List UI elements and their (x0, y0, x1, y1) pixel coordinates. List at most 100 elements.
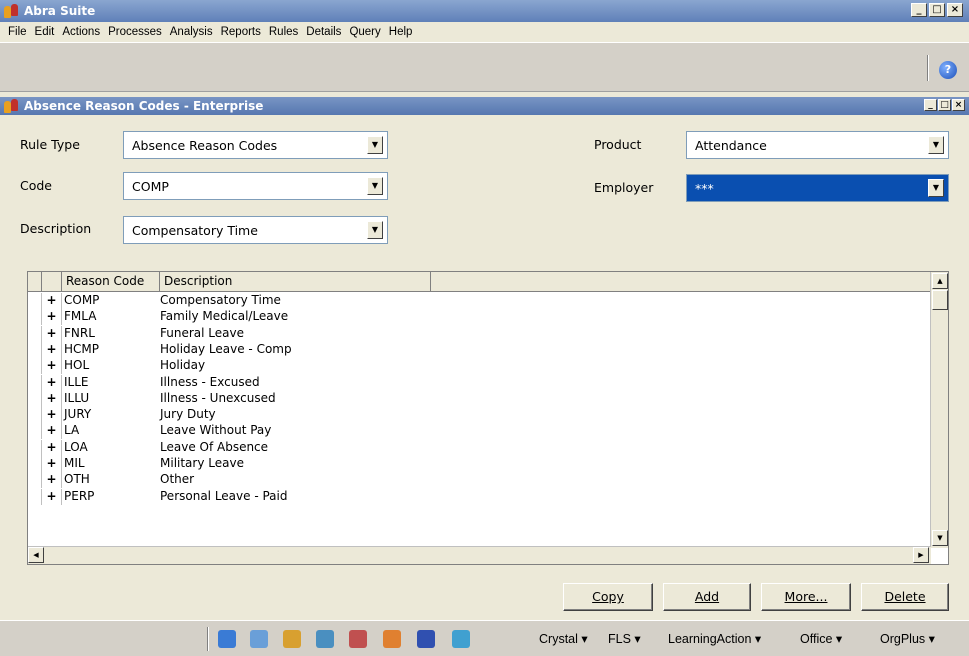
restore-icon[interactable]: □ (929, 3, 945, 17)
copy-button[interactable]: Copy (563, 583, 653, 611)
expand-icon[interactable]: + (42, 293, 62, 309)
chevron-down-icon[interactable]: ▼ (367, 221, 383, 239)
menu-processes[interactable]: Processes (104, 26, 166, 38)
table-row[interactable]: + LA Leave Without Pay (28, 423, 931, 440)
expand-icon[interactable]: + (42, 439, 62, 456)
table-row[interactable]: + FNRL Funeral Leave (28, 325, 931, 342)
expand-icon[interactable]: + (42, 374, 62, 391)
office-menu[interactable]: Office ▾ (800, 631, 842, 646)
description-cell: Illness - Excused (160, 374, 260, 389)
menu-reports[interactable]: Reports (217, 26, 265, 38)
expand-icon[interactable]: + (42, 341, 62, 358)
delete-button[interactable]: Delete (861, 583, 949, 611)
scroll-right-icon[interactable]: ▶ (913, 547, 929, 563)
description-dropdown[interactable]: Compensatory Time ▼ (123, 216, 388, 244)
chevron-down-icon[interactable]: ▼ (367, 177, 383, 195)
reason-code-cell: JURY (64, 407, 92, 422)
expand-icon[interactable]: + (42, 325, 62, 342)
learningaction-menu[interactable]: LearningAction ▾ (668, 631, 761, 646)
grid-header: Reason Code Description (28, 272, 931, 292)
row-gutter (28, 358, 42, 375)
description-cell: Jury Duty (160, 407, 216, 422)
table-row[interactable]: + HOL Holiday (28, 358, 931, 375)
menu-edit[interactable]: Edit (31, 26, 59, 38)
child-close-icon[interactable]: × (952, 99, 965, 111)
description-cell: Holiday (160, 358, 206, 373)
menu-analysis[interactable]: Analysis (166, 26, 217, 38)
table-row[interactable]: + LOA Leave Of Absence (28, 439, 931, 456)
scroll-thumb[interactable] (932, 290, 948, 310)
add-button[interactable]: Add (663, 583, 751, 611)
scroll-up-icon[interactable]: ▲ (932, 273, 948, 289)
table-row[interactable]: + HCMP Holiday Leave - Comp (28, 341, 931, 358)
code-value: COMP (132, 178, 169, 194)
table-row[interactable]: + OTH Other (28, 472, 931, 489)
expand-icon[interactable]: + (42, 390, 62, 407)
table-row[interactable]: + PERP Personal Leave - Paid (28, 488, 931, 505)
expand-icon[interactable]: + (42, 423, 62, 440)
horizontal-scrollbar[interactable]: ◀ ▶ (28, 546, 931, 564)
group-icon[interactable] (316, 630, 334, 648)
document-icon[interactable] (250, 630, 268, 648)
expand-icon[interactable]: + (42, 472, 62, 489)
rule-type-dropdown[interactable]: Absence Reason Codes ▼ (123, 131, 388, 159)
column-header-description[interactable]: Description (160, 272, 431, 292)
fls-menu[interactable]: FLS ▾ (608, 631, 641, 646)
table-row[interactable]: + ILLU Illness - Unexcused (28, 390, 931, 407)
description-cell: Military Leave (160, 456, 244, 470)
close-icon[interactable]: × (947, 3, 963, 17)
reason-code-cell: HOL (64, 358, 90, 373)
chat-icon[interactable] (452, 630, 470, 648)
checklist-icon[interactable] (417, 630, 435, 648)
people-icon[interactable] (283, 630, 301, 648)
scroll-left-icon[interactable]: ◀ (28, 547, 44, 563)
scroll-down-icon[interactable]: ▼ (932, 530, 948, 546)
window-logo-icon (4, 99, 20, 113)
minimize-icon[interactable]: _ (911, 3, 927, 17)
reason-code-cell: FMLA (64, 309, 97, 324)
child-restore-icon[interactable]: □ (938, 99, 951, 111)
column-header-reason-code[interactable]: Reason Code (62, 272, 160, 292)
crystal-menu[interactable]: Crystal ▾ (539, 631, 588, 646)
reason-code-grid[interactable]: Reason Code Description + COMP Compensator… (27, 271, 949, 565)
expand-icon[interactable]: + (42, 488, 62, 505)
table-row[interactable]: + FMLA Family Medical/Leave (28, 309, 931, 326)
report-icon[interactable] (349, 630, 367, 648)
product-dropdown[interactable]: Attendance ▼ (686, 131, 949, 159)
row-gutter (28, 472, 42, 489)
menu-rules[interactable]: Rules (265, 26, 302, 38)
employer-dropdown[interactable]: *** ▼ (686, 174, 949, 202)
help-icon[interactable]: ? (939, 61, 957, 79)
table-row[interactable]: + ILLE Illness - Excused (28, 374, 931, 391)
orgplus-menu[interactable]: OrgPlus ▾ (880, 631, 935, 646)
menu-help[interactable]: Help (385, 26, 417, 38)
menu-actions[interactable]: Actions (58, 26, 104, 38)
chevron-down-icon[interactable]: ▼ (928, 136, 944, 154)
window-title: Absence Reason Codes - Enterprise (24, 99, 264, 113)
reason-code-cell: COMP (64, 293, 100, 307)
header-expand-col (42, 272, 62, 292)
description-cell: Funeral Leave (160, 325, 244, 340)
expand-icon[interactable]: + (42, 309, 62, 326)
vertical-scrollbar[interactable]: ▲ ▼ (930, 272, 948, 548)
table-row[interactable]: + MIL Military Leave (28, 456, 931, 472)
person-icon[interactable] (383, 630, 401, 648)
app-title: Abra Suite (24, 4, 96, 18)
menu-query[interactable]: Query (345, 26, 384, 38)
rule-type-value: Absence Reason Codes (132, 137, 278, 153)
table-row[interactable]: + COMP Compensatory Time (28, 293, 931, 309)
code-dropdown[interactable]: COMP ▼ (123, 172, 388, 200)
child-minimize-icon[interactable]: _ (924, 99, 937, 111)
refresh-icon[interactable] (218, 630, 236, 648)
expand-icon[interactable]: + (42, 358, 62, 375)
row-gutter (28, 439, 42, 456)
reason-code-cell: LOA (64, 439, 88, 454)
menu-file[interactable]: File (4, 26, 31, 38)
table-row[interactable]: + JURY Jury Duty (28, 407, 931, 424)
more-button[interactable]: More... (761, 583, 851, 611)
chevron-down-icon[interactable]: ▼ (928, 179, 944, 197)
expand-icon[interactable]: + (42, 456, 62, 472)
menu-details[interactable]: Details (302, 26, 345, 38)
chevron-down-icon[interactable]: ▼ (367, 136, 383, 154)
expand-icon[interactable]: + (42, 407, 62, 424)
